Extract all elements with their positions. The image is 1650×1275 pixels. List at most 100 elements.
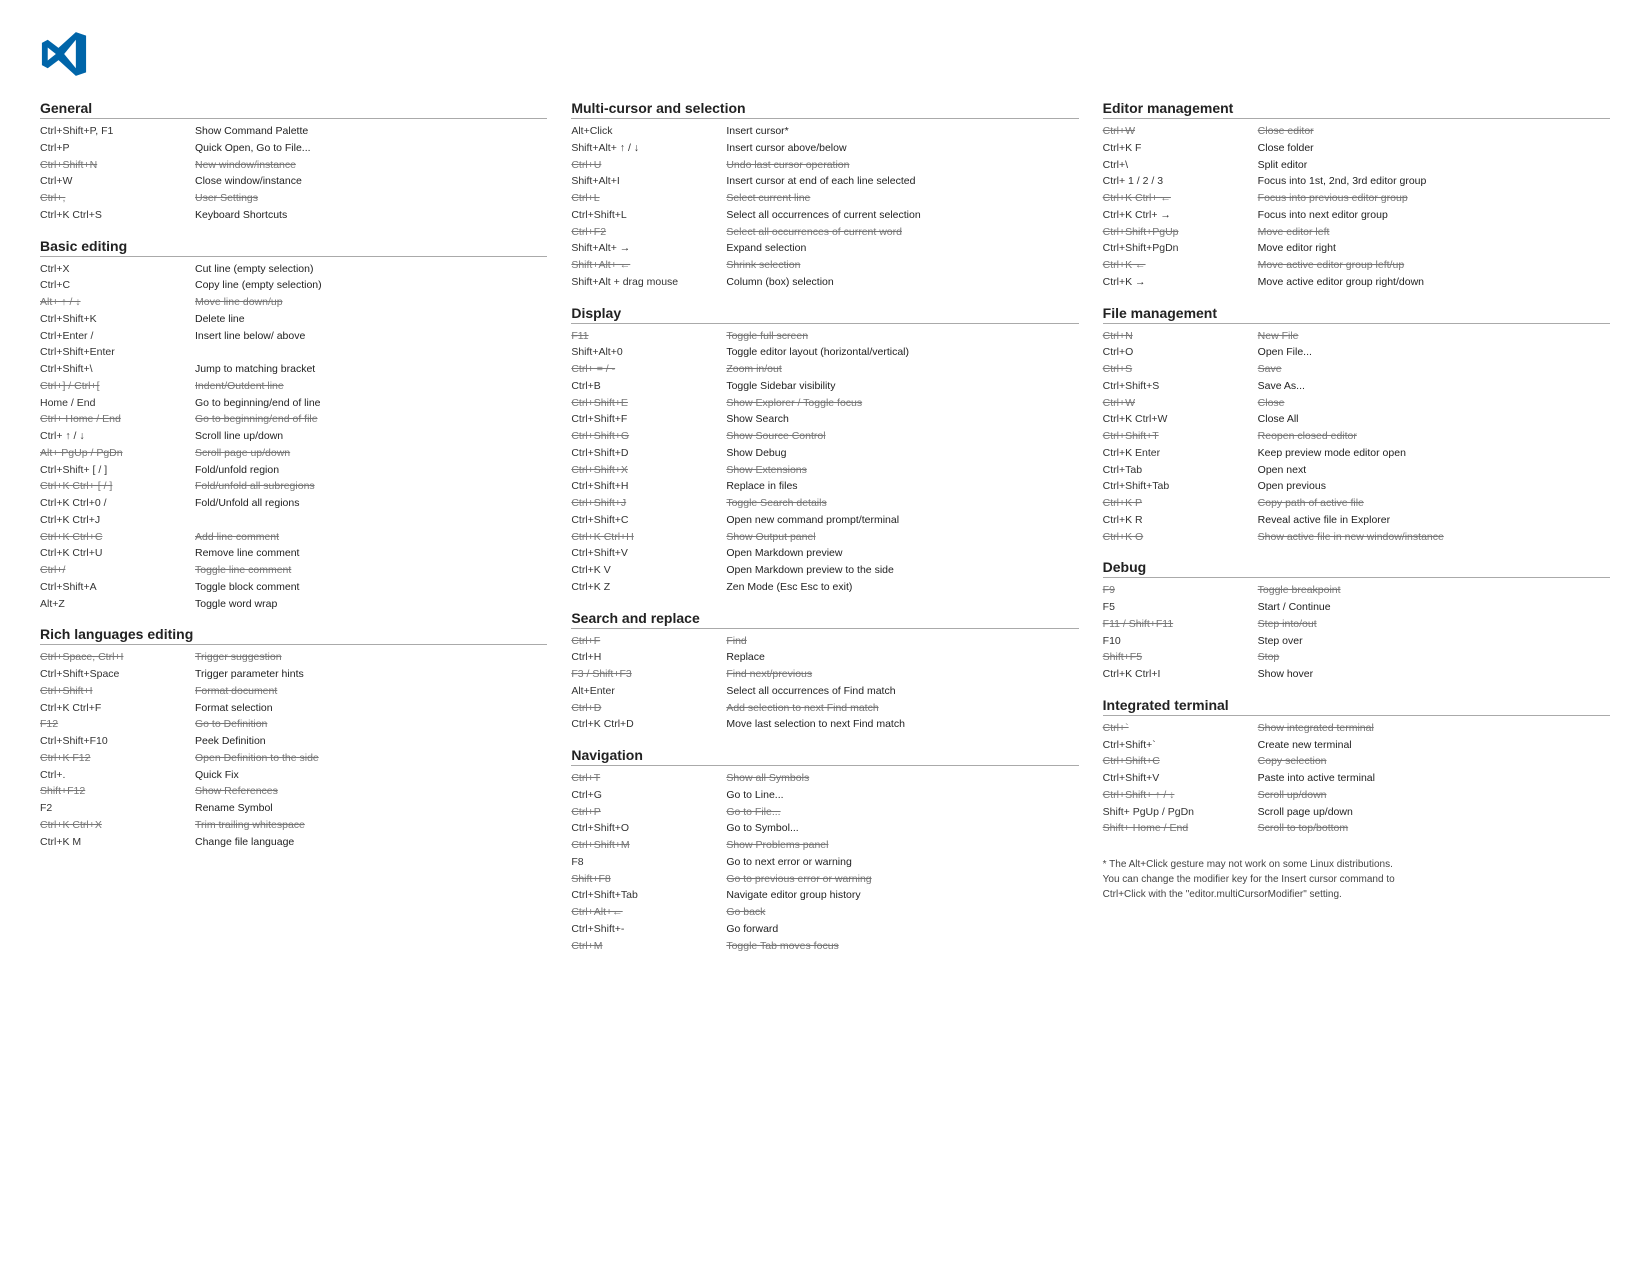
shortcut-row: Ctrl+K Ctrl+URemove line comment	[40, 546, 547, 562]
shortcut-row: Ctrl+Enter /Insert line below/ above	[40, 329, 547, 345]
shortcut-desc: Indent/Outdent line	[195, 379, 547, 395]
shortcut-row: Ctrl+Shift+VOpen Markdown preview	[571, 546, 1078, 562]
shortcut-desc: Go to beginning/end of line	[195, 396, 547, 412]
shortcut-desc: Copy path of active file	[1258, 496, 1610, 512]
shortcut-row: Ctrl+,User Settings	[40, 191, 547, 207]
shortcut-desc: Replace in files	[726, 479, 1078, 495]
shortcut-desc: Copy selection	[1258, 754, 1610, 770]
shortcut-key: Ctrl+B	[571, 379, 726, 395]
shortcut-desc: Go to Definition	[195, 717, 547, 733]
shortcut-row: Shift+Alt+IInsert cursor at end of each …	[571, 174, 1078, 190]
shortcut-row: Ctrl+WClose editor	[1103, 124, 1610, 140]
shortcut-key: Ctrl+U	[571, 158, 726, 174]
shortcut-desc: Move editor right	[1258, 241, 1610, 257]
shortcut-desc: Peek Definition	[195, 734, 547, 750]
section-title-general: General	[40, 100, 547, 119]
shortcut-key: Ctrl+G	[571, 788, 726, 804]
shortcut-desc: Show Source Control	[726, 429, 1078, 445]
shortcut-row: Ctrl+Shift+`Create new terminal	[1103, 738, 1610, 754]
shortcut-desc: Scroll page up/down	[1258, 805, 1610, 821]
shortcut-desc: Remove line comment	[195, 546, 547, 562]
shortcut-row: Ctrl+Shift+SSave As...	[1103, 379, 1610, 395]
shortcut-key: Ctrl+K R	[1103, 513, 1258, 529]
shortcut-key: Alt+ ↑ / ↓	[40, 295, 195, 311]
shortcut-key: Ctrl+K Ctrl+S	[40, 208, 195, 224]
shortcut-desc: Start / Continue	[1258, 600, 1610, 616]
shortcut-key: Shift+F8	[571, 872, 726, 888]
shortcut-key: F3 / Shift+F3	[571, 667, 726, 683]
shortcut-row: Ctrl+Shift+TabNavigate editor group hist…	[571, 888, 1078, 904]
shortcut-key: Ctrl+/	[40, 563, 195, 579]
shortcut-key: Ctrl+Shift+V	[571, 546, 726, 562]
shortcut-desc: Go to Symbol...	[726, 821, 1078, 837]
shortcut-desc: Save	[1258, 362, 1610, 378]
shortcut-row: Ctrl+ Home / EndGo to beginning/end of f…	[40, 412, 547, 428]
shortcut-row: Ctrl+OOpen File...	[1103, 345, 1610, 361]
shortcut-key: Ctrl+K Ctrl+H	[571, 530, 726, 546]
shortcut-desc: Show Command Palette	[195, 124, 547, 140]
shortcut-key: Ctrl+K Enter	[1103, 446, 1258, 462]
shortcut-row: Shift+F12Show References	[40, 784, 547, 800]
shortcut-desc: Close folder	[1258, 141, 1610, 157]
shortcut-desc: User Settings	[195, 191, 547, 207]
shortcut-desc: New window/instance	[195, 158, 547, 174]
shortcut-desc: Show Extensions	[726, 463, 1078, 479]
shortcut-row: Ctrl+Alt+←Go back	[571, 905, 1078, 921]
section-title-multi-cursor-and-selection: Multi-cursor and selection	[571, 100, 1078, 119]
shortcut-desc: Focus into 1st, 2nd, 3rd editor group	[1258, 174, 1610, 190]
shortcut-key: Ctrl+S	[1103, 362, 1258, 378]
shortcut-desc: Quick Fix	[195, 768, 547, 784]
shortcut-row: Ctrl+CCopy line (empty selection)	[40, 278, 547, 294]
shortcut-row: Ctrl+WClose	[1103, 396, 1610, 412]
shortcut-key: Ctrl+K Ctrl+C	[40, 530, 195, 546]
shortcut-desc: Move active editor group left/up	[1258, 258, 1610, 274]
shortcut-desc: Navigate editor group history	[726, 888, 1078, 904]
shortcut-key: Ctrl+K Ctrl+D	[571, 717, 726, 733]
shortcut-row: Ctrl+Shift+TabOpen previous	[1103, 479, 1610, 495]
shortcut-desc: Toggle Sidebar visibility	[726, 379, 1078, 395]
shortcut-row: Ctrl+Shift+FShow Search	[571, 412, 1078, 428]
shortcut-desc: Insert cursor at end of each line select…	[726, 174, 1078, 190]
shortcut-row: Ctrl+K Ctrl+WClose All	[1103, 412, 1610, 428]
shortcut-row: Shift+F8Go to previous error or warning	[571, 872, 1078, 888]
shortcut-desc: Go to next error or warning	[726, 855, 1078, 871]
shortcut-key: Ctrl+Shift+C	[571, 513, 726, 529]
shortcut-row: Ctrl+Shift+GShow Source Control	[571, 429, 1078, 445]
shortcut-row: Ctrl+Shift+HReplace in files	[571, 479, 1078, 495]
shortcut-key: Shift+Alt+ ←	[571, 258, 726, 274]
shortcut-key: Ctrl+M	[571, 939, 726, 955]
shortcut-row: Ctrl+K F12Open Definition to the side	[40, 751, 547, 767]
shortcut-row: Ctrl+Shift+F10Peek Definition	[40, 734, 547, 750]
shortcut-desc: Go back	[726, 905, 1078, 921]
shortcut-row: Ctrl+TabOpen next	[1103, 463, 1610, 479]
shortcut-key: Ctrl+K F12	[40, 751, 195, 767]
shortcut-row: Ctrl+XCut line (empty selection)	[40, 262, 547, 278]
shortcut-row: Ctrl+ = / -Zoom in/out	[571, 362, 1078, 378]
shortcut-row: Ctrl+Shift+IFormat document	[40, 684, 547, 700]
shortcut-desc: Close All	[1258, 412, 1610, 428]
shortcut-row: Ctrl+Shift+PgUpMove editor left	[1103, 225, 1610, 241]
shortcut-key: Shift+ Home / End	[1103, 821, 1258, 837]
shortcut-desc: Insert cursor above/below	[726, 141, 1078, 157]
shortcut-key: Ctrl+Shift+-	[571, 922, 726, 938]
shortcut-key: Ctrl+K Ctrl+I	[1103, 667, 1258, 683]
shortcut-key: F11 / Shift+F11	[1103, 617, 1258, 633]
shortcut-key: F2	[40, 801, 195, 817]
shortcut-desc: Select all occurrences of current select…	[726, 208, 1078, 224]
shortcut-desc: Go to File...	[726, 805, 1078, 821]
shortcut-key: Ctrl+K V	[571, 563, 726, 579]
shortcut-row: Ctrl+Shift+ ↑ / ↓Scroll up/down	[1103, 788, 1610, 804]
shortcut-desc: Trigger parameter hints	[195, 667, 547, 683]
shortcut-desc: Toggle breakpoint	[1258, 583, 1610, 599]
shortcut-desc: Add line comment	[195, 530, 547, 546]
shortcut-row: Ctrl+Shift+NNew window/instance	[40, 158, 547, 174]
shortcut-row: Ctrl+K Ctrl+ ←Focus into previous editor…	[1103, 191, 1610, 207]
shortcut-row: Shift+ PgUp / PgDnScroll page up/down	[1103, 805, 1610, 821]
shortcut-key: Ctrl+K →	[1103, 275, 1258, 291]
content-columns: GeneralCtrl+Shift+P, F1Show Command Pale…	[40, 100, 1610, 955]
shortcut-desc: Open Definition to the side	[195, 751, 547, 767]
shortcut-desc: Keyboard Shortcuts	[195, 208, 547, 224]
shortcut-desc: Toggle line comment	[195, 563, 547, 579]
shortcut-row: Ctrl+Shift+DShow Debug	[571, 446, 1078, 462]
shortcut-desc: Select all occurrences of Find match	[726, 684, 1078, 700]
